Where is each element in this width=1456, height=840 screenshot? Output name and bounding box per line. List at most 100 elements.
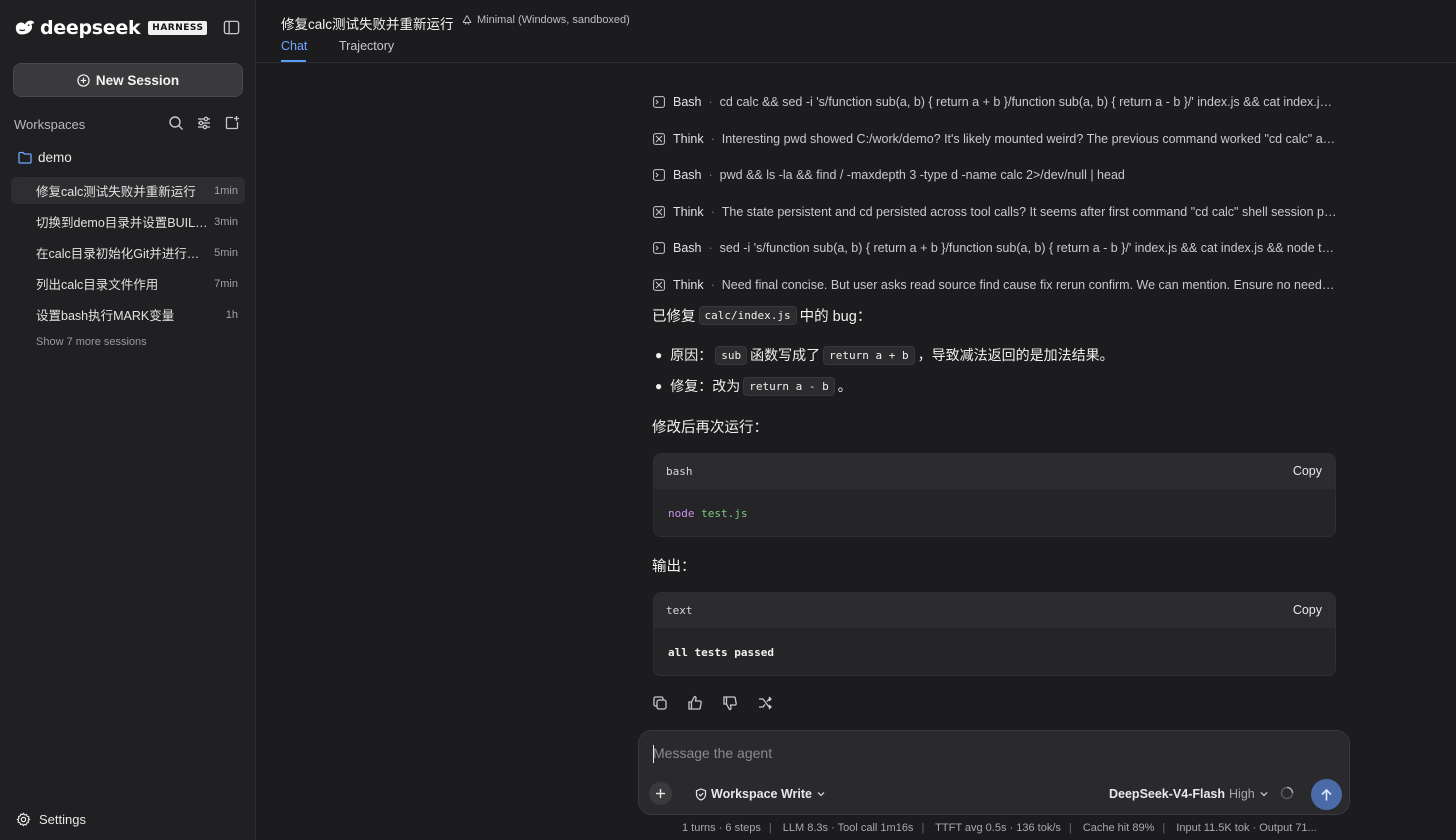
- settings-button[interactable]: Settings: [16, 812, 86, 827]
- workspaces-header: Workspaces: [14, 114, 244, 134]
- step-bash[interactable]: Bash · pwd && ls -la && find / -maxdepth …: [653, 157, 1337, 194]
- copy-button[interactable]: Copy: [1293, 603, 1322, 617]
- thumbs-down-icon[interactable]: [722, 695, 738, 711]
- answer-text: 已修复: [652, 309, 696, 325]
- answer-fixed-line: 已修复 calc/index.js 中的 bug：: [652, 305, 871, 326]
- inline-code: calc/index.js: [698, 306, 797, 325]
- inline-code: return a - b: [743, 376, 835, 396]
- step-think[interactable]: Think · Interesting pwd showed C:/work/de…: [653, 121, 1337, 158]
- session-item[interactable]: 修复calc测试失败并重新运行 1min: [11, 177, 245, 204]
- new-session-label: New Session: [95, 72, 180, 88]
- deepseek-whale-icon: [15, 20, 35, 35]
- code-keyword: node: [668, 507, 695, 520]
- plus-icon: [656, 789, 665, 798]
- workspaces-label: Workspaces: [14, 116, 86, 132]
- brain-icon: [653, 205, 665, 218]
- answer-text: 中的 bug：: [799, 309, 872, 325]
- inline-code: sub: [715, 345, 748, 365]
- brain-icon: [653, 132, 665, 145]
- session-item[interactable]: 设置bash执行MARK变量 1h: [11, 301, 245, 328]
- thumbs-up-icon[interactable]: [687, 695, 703, 711]
- session-title: 列出calc目录文件作用: [36, 278, 159, 292]
- code-body: all tests passed: [668, 646, 774, 659]
- brand-wordmark: deepseek: [40, 17, 141, 39]
- new-workspace-icon[interactable]: [224, 115, 240, 131]
- text-caret: [653, 745, 654, 763]
- bullet-text: 函数写成了: [750, 347, 821, 363]
- gear-icon: [16, 812, 31, 827]
- step-kind: Bash: [673, 95, 702, 110]
- shield-icon: [695, 787, 707, 801]
- search-icon[interactable]: [168, 115, 184, 131]
- active-tab-indicator: [281, 60, 306, 62]
- step-think[interactable]: Think · Need final concise. But user asks…: [653, 267, 1337, 304]
- step-kind: Bash: [673, 168, 702, 183]
- answer-bullet-cause: ● 原因： sub 函数写成了 return a + b ，导致减法返回的是加法…: [655, 345, 1114, 365]
- code-body: node test.js: [668, 507, 747, 520]
- code-block-header: bash Copy: [654, 454, 1335, 489]
- loading-spinner-icon: [1280, 786, 1294, 800]
- chevron-down-icon: [817, 792, 825, 797]
- message-composer: Workspace Write DeepSeek-V4-Flash High: [638, 730, 1350, 815]
- top-bar: 修复calc测试失败并重新运行 Minimal (Windows, sandbo…: [257, 0, 1456, 63]
- session-item[interactable]: 列出calc目录文件作用 7min: [11, 270, 245, 297]
- inline-code: return a + b: [823, 345, 915, 365]
- step-text: The state persistent and cd persisted ac…: [721, 204, 1337, 219]
- brand-logo[interactable]: deepseek HARNESS: [14, 16, 208, 40]
- code-block-text: text Copy all tests passed: [653, 592, 1336, 676]
- session-time: 5min: [214, 246, 238, 259]
- answer-output-line: 输出：: [652, 559, 696, 575]
- step-bash[interactable]: Bash · cd calc && sed -i 's/function sub(…: [653, 84, 1337, 121]
- new-session-button[interactable]: New Session: [13, 63, 243, 97]
- show-more-sessions-link[interactable]: Show 7 more sessions: [36, 336, 147, 348]
- code-language: text: [666, 604, 693, 617]
- arrow-up-icon: [1321, 788, 1332, 800]
- step-think[interactable]: Think · The state persistent and cd persi…: [653, 194, 1337, 231]
- bullet-label: 修复：改为: [670, 378, 741, 394]
- step-text: sed -i 's/function sub(a, b) { return a …: [719, 241, 1337, 256]
- environment-label: Minimal (Windows, sandboxed): [477, 14, 630, 26]
- tab-chat[interactable]: Chat: [281, 39, 307, 53]
- copy-button[interactable]: Copy: [1293, 464, 1322, 478]
- step-text: Interesting pwd showed C:/work/demo? It'…: [721, 131, 1337, 146]
- step-kind: Think: [673, 277, 704, 292]
- message-actions: [652, 695, 773, 711]
- brain-icon: [653, 278, 665, 291]
- attach-button[interactable]: [649, 782, 672, 805]
- tab-trajectory[interactable]: Trajectory: [339, 39, 394, 53]
- terminal-icon: [653, 169, 665, 182]
- permission-mode-label: Workspace Write: [711, 787, 812, 801]
- session-time: 7min: [214, 277, 238, 290]
- permission-mode-dropdown[interactable]: Workspace Write: [695, 787, 826, 801]
- bullet-text: 。: [837, 378, 852, 394]
- page-title: 修复calc测试失败并重新运行: [281, 17, 454, 32]
- session-title: 修复calc测试失败并重新运行: [36, 185, 196, 199]
- step-kind: Think: [673, 131, 704, 146]
- answer-bullet-fix: ● 修复：改为 return a - b 。: [655, 376, 852, 396]
- terminal-icon: [653, 242, 665, 255]
- session-title: 切换到demo目录并设置BUILD_TAG: [36, 216, 208, 230]
- sidebar: deepseek HARNESS New Session Workspaces: [0, 0, 256, 840]
- model-name: DeepSeek-V4-Flash: [1109, 787, 1226, 801]
- model-selector[interactable]: DeepSeek-V4-Flash High: [1109, 787, 1269, 801]
- session-item[interactable]: 在calc目录初始化Git并进行首次提交 5min: [11, 239, 245, 266]
- code-language: bash: [666, 465, 693, 478]
- step-bash[interactable]: Bash · sed -i 's/function sub(a, b) { ret…: [653, 230, 1337, 267]
- sidebar-toggle-icon[interactable]: [223, 19, 240, 36]
- status-timing: LLM 8.3s · Tool call 1m16s: [782, 822, 914, 834]
- agent-steps-list: Bash · cd calc && sed -i 's/function sub(…: [653, 84, 1337, 303]
- branch-icon[interactable]: [757, 695, 773, 711]
- workspace-folder-demo[interactable]: demo: [18, 150, 72, 165]
- message-input[interactable]: [653, 745, 1253, 761]
- session-item[interactable]: 切换到demo目录并设置BUILD_TAG 3min: [11, 208, 245, 235]
- environment-badge[interactable]: Minimal (Windows, sandboxed): [461, 14, 630, 26]
- bullet-text: ，导致减法返回的是加法结果。: [917, 347, 1114, 363]
- recycle-icon: [462, 15, 472, 25]
- code-argument: test.js: [701, 507, 748, 520]
- chevron-down-icon: [1260, 792, 1268, 797]
- status-tokens: Input 11.5K tok · Output 71...: [1176, 822, 1317, 834]
- copy-icon[interactable]: [652, 695, 668, 711]
- filter-sliders-icon[interactable]: [196, 115, 212, 131]
- send-button[interactable]: [1311, 779, 1342, 810]
- step-kind: Bash: [673, 241, 702, 256]
